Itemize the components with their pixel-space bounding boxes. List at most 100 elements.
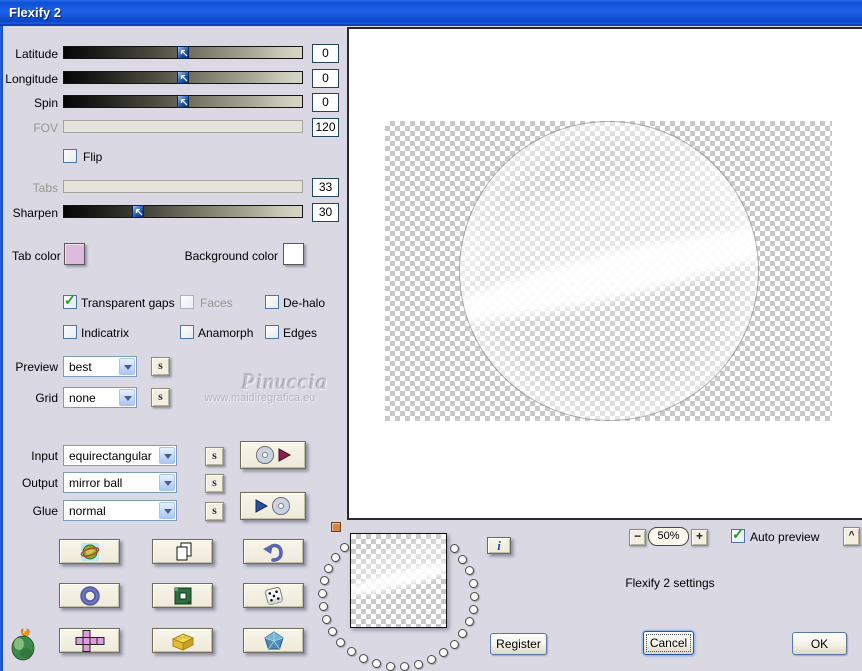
spin-slider[interactable] — [63, 95, 303, 108]
dice-button[interactable] — [243, 583, 304, 608]
grid-s-button[interactable]: s — [151, 388, 170, 407]
dial-dot[interactable] — [324, 564, 334, 574]
dial-dot[interactable] — [449, 639, 459, 649]
ok-button[interactable]: OK — [792, 632, 847, 655]
de-halo-label: De-halo — [283, 296, 326, 310]
load-settings-disc-button[interactable] — [240, 492, 306, 520]
dial-dot[interactable] — [385, 661, 395, 671]
dial-dot[interactable] — [458, 629, 468, 639]
sharpen-slider[interactable] — [63, 205, 303, 218]
tabs-value-field[interactable]: 33 — [312, 178, 339, 197]
dial-dot[interactable] — [468, 578, 478, 588]
polyhedron-button[interactable] — [243, 628, 304, 653]
grid-select[interactable]: none — [63, 387, 137, 408]
collapse-button[interactable]: ^ — [843, 527, 860, 546]
flaming-pear-logo[interactable] — [8, 628, 40, 664]
dial-dot[interactable] — [340, 542, 350, 552]
blue-play-icon — [255, 499, 268, 513]
preview-s-button[interactable]: s — [151, 357, 170, 376]
longitude-slider-marker[interactable] — [177, 71, 189, 84]
dial-dot[interactable] — [449, 544, 459, 554]
glue-select[interactable]: normal — [63, 500, 177, 521]
latitude-value-field[interactable]: 0 — [312, 44, 339, 63]
anamorph-checkbox[interactable] — [180, 325, 194, 339]
dial-dot[interactable] — [358, 653, 368, 663]
chevron-down-icon[interactable] — [159, 474, 175, 491]
cube-net-button[interactable] — [59, 628, 120, 653]
dial-dot[interactable] — [468, 604, 478, 614]
dial-dot[interactable] — [399, 661, 409, 671]
cancel-button[interactable]: Cancel — [643, 631, 694, 655]
preview-select-value: best — [69, 360, 92, 374]
info-button[interactable]: i — [487, 537, 511, 554]
title-bar[interactable]: Flexify 2 — [0, 0, 862, 26]
dial-dot[interactable] — [336, 637, 346, 647]
dice-icon — [262, 584, 286, 608]
faces-label: Faces — [200, 296, 233, 310]
preview-select[interactable]: best — [63, 356, 137, 377]
sharpen-slider-marker[interactable] — [131, 205, 144, 218]
latitude-slider[interactable] — [63, 46, 303, 59]
zoom-out-button[interactable]: − — [629, 529, 646, 546]
input-combo-label: Input — [31, 449, 58, 463]
transparency-checkerboard[interactable] — [385, 121, 832, 421]
input-select[interactable]: equirectangular — [63, 445, 177, 466]
dial-dot[interactable] — [427, 655, 437, 665]
chevron-down-icon[interactable] — [159, 502, 175, 519]
ring-icon — [79, 585, 101, 607]
dial-dot[interactable] — [371, 658, 381, 668]
dial-dot[interactable] — [464, 617, 474, 627]
dial-dot[interactable] — [458, 554, 468, 564]
frame-button[interactable] — [152, 583, 213, 608]
dial-dot[interactable] — [464, 566, 474, 576]
auto-preview-checkbox[interactable] — [731, 526, 745, 543]
flip-checkbox[interactable] — [63, 149, 77, 163]
save-settings-disc-button[interactable] — [240, 441, 306, 469]
chevron-down-icon[interactable] — [159, 447, 175, 464]
watermark-url: www.maidiregrafica.eu — [204, 392, 316, 404]
zoom-level[interactable]: 50% — [648, 527, 689, 546]
longitude-slider[interactable] — [63, 71, 303, 84]
glue-s-button[interactable]: s — [205, 502, 224, 521]
grid-select-value: none — [69, 391, 96, 405]
dial-thumbnail[interactable] — [350, 533, 447, 628]
edges-checkbox[interactable] — [265, 325, 279, 339]
preview-combo-label: Preview — [15, 360, 58, 374]
dial-dot[interactable] — [346, 646, 356, 656]
ring-button[interactable] — [59, 583, 120, 608]
dial-dot[interactable] — [318, 589, 328, 599]
tab-color-swatch[interactable] — [64, 243, 85, 265]
background-color-swatch[interactable] — [283, 243, 304, 265]
de-halo-checkbox[interactable] — [265, 295, 279, 309]
copy-button[interactable] — [152, 539, 213, 564]
spin-label: Spin — [33, 96, 58, 110]
output-s-button[interactable]: s — [205, 474, 224, 493]
latitude-slider-marker[interactable] — [177, 46, 189, 59]
dial-dot[interactable] — [469, 591, 479, 601]
undo-button[interactable] — [243, 539, 304, 564]
sharpen-value-field[interactable]: 30 — [312, 203, 339, 222]
dial-dot[interactable] — [328, 627, 338, 637]
spin-value-field[interactable]: 0 — [312, 93, 339, 112]
dial-dot[interactable] — [439, 648, 449, 658]
zoom-in-button[interactable]: + — [691, 529, 708, 546]
chevron-down-icon[interactable] — [119, 358, 135, 375]
input-s-button[interactable]: s — [205, 447, 224, 466]
brick-button[interactable] — [152, 628, 213, 653]
dial-dot[interactable] — [413, 659, 423, 669]
indicatrix-checkbox[interactable] — [63, 325, 77, 339]
dial-handle[interactable] — [331, 522, 341, 532]
globe-button[interactable] — [59, 539, 120, 564]
fov-value-field[interactable]: 120 — [312, 118, 339, 137]
spin-slider-marker[interactable] — [177, 95, 189, 108]
dial-dot[interactable] — [318, 602, 328, 612]
dial-dot[interactable] — [319, 576, 329, 586]
dial-dot[interactable] — [331, 552, 341, 562]
chevron-down-icon[interactable] — [119, 389, 135, 406]
preview-sphere — [459, 121, 759, 421]
dial-dot[interactable] — [322, 615, 332, 625]
longitude-value-field[interactable]: 0 — [312, 69, 339, 88]
register-button[interactable]: Register — [490, 633, 547, 655]
output-select[interactable]: mirror ball — [63, 472, 177, 493]
transparent-gaps-checkbox[interactable] — [63, 292, 77, 309]
